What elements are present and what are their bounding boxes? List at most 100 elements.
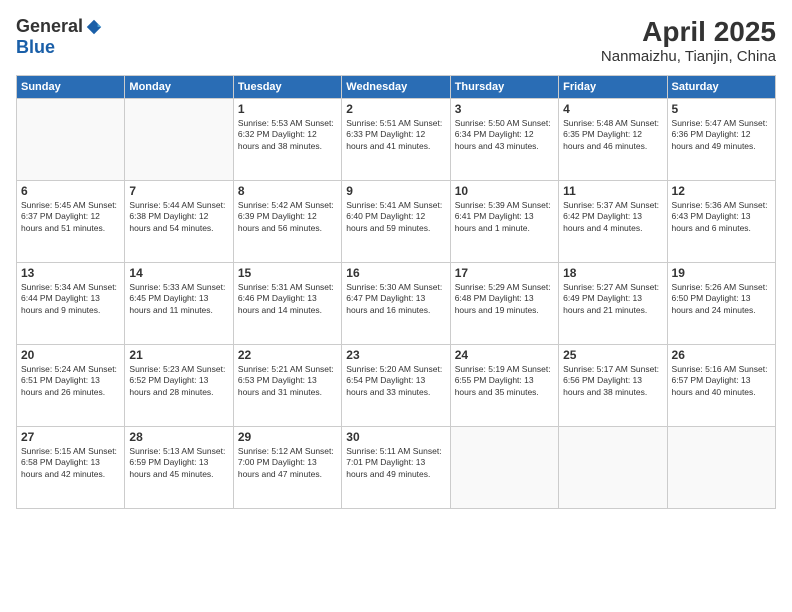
cell-info: Sunrise: 5:30 AM Sunset: 6:47 PM Dayligh… [346,282,445,316]
table-row: 22Sunrise: 5:21 AM Sunset: 6:53 PM Dayli… [233,345,341,427]
day-number: 2 [346,102,445,116]
day-number: 28 [129,430,228,444]
table-row: 13 Sunrise: 5:34 AM Sunset: 6:44 PM Dayli… [17,263,125,345]
month-year-title: April 2025 [601,16,776,48]
cell-info: Sunrise: 5:16 AM Sunset: 6:57 PM Dayligh… [672,364,771,398]
table-row: 1Sunrise: 5:53 AM Sunset: 6:32 PM Daylig… [233,99,341,181]
cell-info: Sunrise: 5:37 AM Sunset: 6:42 PM Dayligh… [563,200,662,234]
col-wednesday: Wednesday [342,76,450,99]
day-number: 6 [21,184,120,198]
day-number: 9 [346,184,445,198]
cell-info: Sunrise: 5:34 AM Sunset: 6:44 PM Dayligh… [21,282,120,316]
table-row: 4 Sunrise: 5:48 AM Sunset: 6:35 PM Daylig… [559,99,667,181]
day-number: 19 [672,266,771,280]
calendar-table: Sunday Monday Tuesday Wednesday Thursday… [16,75,776,509]
day-number: 22 [238,348,337,362]
table-row: 25 Sunrise: 5:17 AM Sunset: 6:56 PM Dayli… [559,345,667,427]
table-row: 23 Sunrise: 5:20 AM Sunset: 6:54 PM Dayli… [342,345,450,427]
cell-info: Sunrise: 5:42 AM Sunset: 6:39 PM Dayligh… [238,200,337,234]
day-number: 10 [455,184,554,198]
col-friday: Friday [559,76,667,99]
day-number: 1 [238,102,337,116]
calendar-week-row: 13 Sunrise: 5:34 AM Sunset: 6:44 PM Dayli… [17,263,776,345]
cell-info: Sunrise: 5:13 AM Sunset: 6:59 PM Dayligh… [129,446,228,480]
cell-info: Sunrise: 5:31 AM Sunset: 6:46 PM Dayligh… [238,282,337,316]
cell-info: Sunrise: 5:41 AM Sunset: 6:40 PM Dayligh… [346,200,445,234]
calendar-week-row: 6 Sunrise: 5:45 AM Sunset: 6:37 PM Daylig… [17,181,776,263]
table-row: 28 Sunrise: 5:13 AM Sunset: 6:59 PM Dayli… [125,427,233,509]
col-tuesday: Tuesday [233,76,341,99]
cell-info: Sunrise: 5:19 AM Sunset: 6:55 PM Dayligh… [455,364,554,398]
cell-info: Sunrise: 5:12 AM Sunset: 7:00 PM Dayligh… [238,446,337,480]
table-row: 18Sunrise: 5:27 AM Sunset: 6:49 PM Dayli… [559,263,667,345]
table-row: 5Sunrise: 5:47 AM Sunset: 6:36 PM Daylig… [667,99,775,181]
cell-info: Sunrise: 5:39 AM Sunset: 6:41 PM Dayligh… [455,200,554,234]
cell-info: Sunrise: 5:17 AM Sunset: 6:56 PM Dayligh… [563,364,662,398]
cell-info: Sunrise: 5:33 AM Sunset: 6:45 PM Dayligh… [129,282,228,316]
calendar-week-row: 20 Sunrise: 5:24 AM Sunset: 6:51 PM Dayli… [17,345,776,427]
cell-info: Sunrise: 5:24 AM Sunset: 6:51 PM Dayligh… [21,364,120,398]
col-sunday: Sunday [17,76,125,99]
table-row: 11 Sunrise: 5:37 AM Sunset: 6:42 PM Dayli… [559,181,667,263]
logo-icon [85,18,103,36]
day-number: 4 [563,102,662,116]
logo-general-text: General [16,16,83,37]
cell-info: Sunrise: 5:51 AM Sunset: 6:33 PM Dayligh… [346,118,445,152]
cell-info: Sunrise: 5:45 AM Sunset: 6:37 PM Dayligh… [21,200,120,234]
table-row: 17 Sunrise: 5:29 AM Sunset: 6:48 PM Dayli… [450,263,558,345]
cell-info: Sunrise: 5:23 AM Sunset: 6:52 PM Dayligh… [129,364,228,398]
table-row [667,427,775,509]
cell-info: Sunrise: 5:26 AM Sunset: 6:50 PM Dayligh… [672,282,771,316]
table-row: 8 Sunrise: 5:42 AM Sunset: 6:39 PM Daylig… [233,181,341,263]
day-number: 25 [563,348,662,362]
day-number: 16 [346,266,445,280]
day-number: 13 [21,266,120,280]
day-number: 20 [21,348,120,362]
table-row: 6 Sunrise: 5:45 AM Sunset: 6:37 PM Daylig… [17,181,125,263]
table-row: 19 Sunrise: 5:26 AM Sunset: 6:50 PM Dayli… [667,263,775,345]
day-number: 23 [346,348,445,362]
title-block: April 2025 Nanmaizhu, Tianjin, China [601,16,776,65]
cell-info: Sunrise: 5:15 AM Sunset: 6:58 PM Dayligh… [21,446,120,480]
table-row: 20 Sunrise: 5:24 AM Sunset: 6:51 PM Dayli… [17,345,125,427]
col-monday: Monday [125,76,233,99]
table-row: 27 Sunrise: 5:15 AM Sunset: 6:58 PM Dayli… [17,427,125,509]
col-thursday: Thursday [450,76,558,99]
location-subtitle: Nanmaizhu, Tianjin, China [601,48,776,65]
cell-info: Sunrise: 5:20 AM Sunset: 6:54 PM Dayligh… [346,364,445,398]
table-row: 26 Sunrise: 5:16 AM Sunset: 6:57 PM Dayli… [667,345,775,427]
cell-info: Sunrise: 5:36 AM Sunset: 6:43 PM Dayligh… [672,200,771,234]
col-saturday: Saturday [667,76,775,99]
day-number: 15 [238,266,337,280]
page: General Blue April 2025 Nanmaizhu, Tianj… [0,0,792,612]
table-row: 15 Sunrise: 5:31 AM Sunset: 6:46 PM Dayli… [233,263,341,345]
cell-info: Sunrise: 5:47 AM Sunset: 6:36 PM Dayligh… [672,118,771,152]
header: General Blue April 2025 Nanmaizhu, Tianj… [16,16,776,65]
calendar-week-row: 1Sunrise: 5:53 AM Sunset: 6:32 PM Daylig… [17,99,776,181]
day-number: 12 [672,184,771,198]
logo: General Blue [16,16,103,58]
day-number: 17 [455,266,554,280]
table-row: 24Sunrise: 5:19 AM Sunset: 6:55 PM Dayli… [450,345,558,427]
day-number: 29 [238,430,337,444]
calendar-header-row: Sunday Monday Tuesday Wednesday Thursday… [17,76,776,99]
day-number: 27 [21,430,120,444]
table-row: 2 Sunrise: 5:51 AM Sunset: 6:33 PM Daylig… [342,99,450,181]
day-number: 21 [129,348,228,362]
day-number: 11 [563,184,662,198]
table-row: 21 Sunrise: 5:23 AM Sunset: 6:52 PM Dayli… [125,345,233,427]
day-number: 30 [346,430,445,444]
table-row [17,99,125,181]
day-number: 8 [238,184,337,198]
table-row [559,427,667,509]
day-number: 14 [129,266,228,280]
day-number: 3 [455,102,554,116]
cell-info: Sunrise: 5:29 AM Sunset: 6:48 PM Dayligh… [455,282,554,316]
table-row [125,99,233,181]
cell-info: Sunrise: 5:50 AM Sunset: 6:34 PM Dayligh… [455,118,554,152]
cell-info: Sunrise: 5:44 AM Sunset: 6:38 PM Dayligh… [129,200,228,234]
table-row: 3 Sunrise: 5:50 AM Sunset: 6:34 PM Daylig… [450,99,558,181]
day-number: 7 [129,184,228,198]
day-number: 26 [672,348,771,362]
cell-info: Sunrise: 5:48 AM Sunset: 6:35 PM Dayligh… [563,118,662,152]
